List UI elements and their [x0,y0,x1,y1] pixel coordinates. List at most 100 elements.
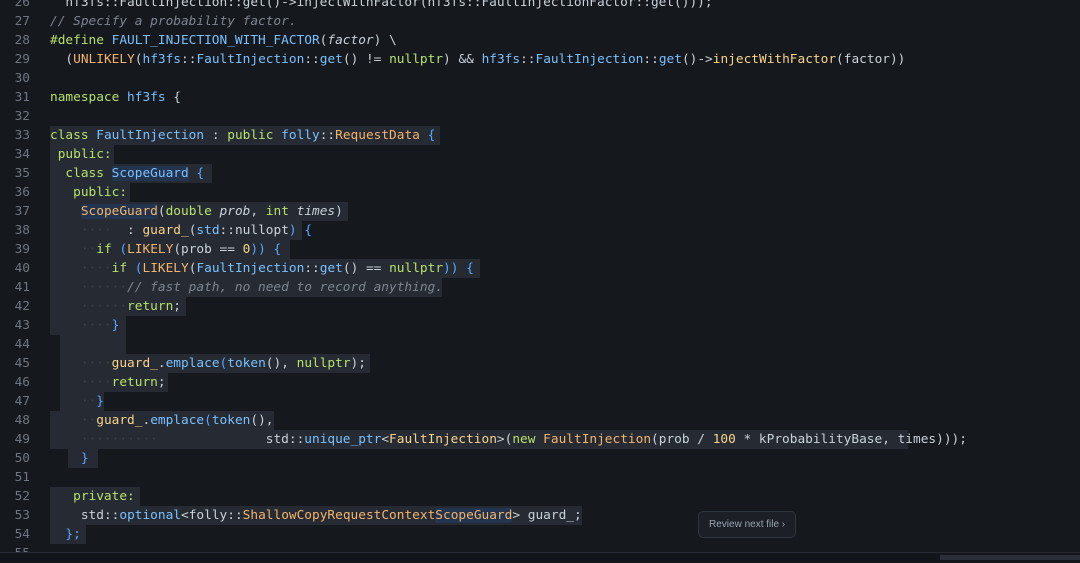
code-token: emplace [165,356,220,371]
line-number: 53 [14,508,30,523]
line-number: 50 [14,451,30,466]
code-text: ······return; [50,297,181,316]
code-token: { [419,128,436,143]
code-text: public: [50,183,127,202]
code-token: injectWithFactor [712,52,837,67]
code-token: token [227,356,266,371]
code-line[interactable]: 49 ·········· std::unique_ptr<FaultInjec… [0,430,1080,449]
code-line[interactable]: 35 class ScopeGuard { [0,164,1080,183]
line-number: 33 [14,128,30,143]
line-number: 45 [14,356,30,371]
code-token: ()-> [681,52,713,67]
code-text: ····return; [50,373,166,392]
code-token: > guard_; [512,508,582,523]
code-token: < [381,432,390,447]
code-token: ·········· [50,432,158,447]
code-token: :: [304,52,320,67]
code-line[interactable]: 51 [0,468,1080,487]
code-token: emplace [150,413,205,428]
code-line[interactable]: 43 ····} [0,316,1080,335]
code-text: } [50,449,89,468]
code-token: ···· [50,318,112,333]
code-token: FaultInjection [543,432,652,447]
review-next-file-button[interactable]: Review next file › [698,511,797,538]
code-token: (), [250,413,274,428]
code-line[interactable]: 37 ScopeGuard(double prob, int times) [0,202,1080,221]
code-token: std [50,508,104,523]
code-token: FaultInjection [96,128,205,143]
code-line[interactable]: 26 hf3fs::FaultInjection::get()->injectW… [0,0,1080,12]
code-text: #define FAULT_INJECTION_WITH_FACTOR(fact… [50,31,397,50]
code-line[interactable]: 34 public: [0,145,1080,164]
code-line[interactable]: 53 std::optional<folly::ShallowCopyReque… [0,506,1080,525]
code-token: optional [119,508,181,523]
code-token: double [165,204,220,219]
line-number: 36 [14,185,30,200]
code-token: { [188,166,205,181]
code-text: (UNLIKELY(hf3fs::FaultInjection::get() !… [50,50,905,69]
code-line[interactable]: 30 [0,69,1080,88]
code-token: ···· [50,261,112,276]
scope-highlight [60,335,126,354]
code-token: :: [304,261,320,276]
code-token: ScopeGuard [111,166,189,181]
code-token: hf3fs [142,52,182,67]
code-line[interactable]: 38 ···· : guard_(std::nullopt) { [0,221,1080,240]
code-line[interactable]: 32 [0,107,1080,126]
code-token: ) \ [373,33,397,48]
code-token: () == [342,261,390,276]
code-token: :: [219,223,235,238]
code-line[interactable]: 42 ······return; [0,297,1080,316]
code-line[interactable]: 33 class FaultInjection : public folly::R… [0,126,1080,145]
line-number: 35 [14,166,30,181]
code-line[interactable]: 50 } [0,449,1080,468]
line-number: 54 [14,527,30,542]
line-number: 40 [14,261,30,276]
line-number: 52 [14,489,30,504]
code-line[interactable]: 44 [0,335,1080,354]
code-text: // Specify a probability factor. [50,12,297,31]
code-line[interactable]: 36 public: [0,183,1080,202]
code-token: std [196,223,220,238]
code-text: namespace hf3fs { [50,88,181,107]
code-token: return [111,375,158,390]
code-token: // fast path, no need to record anything… [127,280,443,295]
code-token: ) && [443,52,482,67]
code-text: hf3fs::FaultInjection::get()->injectWith… [50,0,712,12]
code-text: std::optional<folly::ShallowCopyRequestC… [50,506,582,525]
code-line[interactable]: 31 namespace hf3fs { [0,88,1080,107]
line-number: 44 [14,337,30,352]
line-number: 47 [14,394,30,409]
code-line[interactable]: 29 (UNLIKELY(hf3fs::FaultInjection::get(… [0,50,1080,69]
code-line[interactable]: 54 }; [0,525,1080,544]
code-line[interactable]: 41 ······// fast path, no need to record… [0,278,1080,297]
code-text: ····} [50,316,120,335]
code-line[interactable]: 47 ··} [0,392,1080,411]
code-token: :: [227,508,243,523]
code-token: ·· [50,394,97,409]
code-token: } [111,318,120,333]
code-token: private: [50,489,135,504]
code-line[interactable]: 27 // Specify a probability factor. [0,12,1080,31]
code-token: FAULT_INJECTION_WITH_FACTOR [111,33,320,48]
code-token: guard_ [142,223,189,238]
code-token: (factor)) [836,52,906,67]
code-token: UNLIKELY [73,52,135,67]
code-token: (), [265,356,297,371]
code-token: :: [643,52,659,67]
code-line[interactable]: 28 #define FAULT_INJECTION_WITH_FACTOR(fa… [0,31,1080,50]
code-line[interactable]: 39 ··if (LIKELY(prob == 0)) { [0,240,1080,259]
code-line[interactable]: 45 ····guard_.emplace(token(), nullptr); [0,354,1080,373]
code-line[interactable]: 40 ····if (LIKELY(FaultInjection::get() … [0,259,1080,278]
bottom-panel-tab[interactable] [940,555,1080,560]
code-token: :: [319,128,336,143]
code-token: : [111,223,143,238]
code-token: get [319,52,343,67]
code-line[interactable]: 52 private: [0,487,1080,506]
code-token: FaultInjection [389,432,497,447]
code-line[interactable]: 48 ··guard_.emplace(token(), [0,411,1080,430]
code-line[interactable]: 46 ····return; [0,373,1080,392]
code-token: ······ [50,299,128,314]
code-editor[interactable]: 26 hf3fs::FaultInjection::get()->injectW… [0,0,1080,563]
